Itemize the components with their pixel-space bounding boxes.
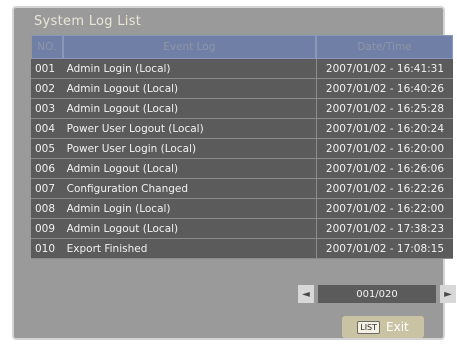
prev-page-button[interactable]: ◄	[298, 285, 314, 303]
row-no: 002	[31, 79, 63, 99]
list-key-icon: LIST	[357, 320, 381, 334]
table-row[interactable]: 007 Configuration Changed 2007/01/02 - 1…	[31, 179, 453, 199]
row-event: Power User Login (Local)	[62, 139, 316, 159]
row-no: 008	[31, 199, 63, 219]
pagination: ◄ 001/020 ►	[298, 285, 456, 303]
header-no: NO.	[31, 35, 63, 59]
row-datetime: 2007/01/02 - 16:22:00	[315, 199, 453, 219]
panel-title: System Log List	[34, 14, 142, 29]
row-event: Admin Login (Local)	[62, 59, 316, 79]
table-row[interactable]: 002 Admin Logout (Local) 2007/01/02 - 16…	[31, 79, 453, 99]
exit-label: Exit	[386, 320, 409, 334]
row-no: 005	[31, 139, 63, 159]
table-row[interactable]: 001 Admin Login (Local) 2007/01/02 - 16:…	[31, 59, 453, 79]
page-indicator: 001/020	[318, 285, 436, 303]
log-table: NO. Event Log Date/Time 001 Admin Login …	[31, 35, 453, 259]
row-datetime: 2007/01/02 - 16:22:26	[315, 179, 453, 199]
header-datetime: Date/Time	[315, 35, 453, 59]
row-event: Power User Logout (Local)	[62, 119, 316, 139]
next-page-button[interactable]: ►	[440, 285, 456, 303]
row-event: Admin Logout (Local)	[62, 219, 316, 239]
row-no: 009	[31, 219, 63, 239]
exit-button[interactable]: LIST Exit	[342, 316, 424, 338]
table-row[interactable]: 005 Power User Login (Local) 2007/01/02 …	[31, 139, 453, 159]
row-no: 001	[31, 59, 63, 79]
table-row[interactable]: 010 Export Finished 2007/01/02 - 17:08:1…	[31, 239, 453, 259]
row-datetime: 2007/01/02 - 17:38:23	[315, 219, 453, 239]
table-row[interactable]: 008 Admin Login (Local) 2007/01/02 - 16:…	[31, 199, 453, 219]
row-event: Admin Login (Local)	[62, 199, 316, 219]
table-row[interactable]: 006 Admin Logout (Local) 2007/01/02 - 16…	[31, 159, 453, 179]
row-event: Admin Logout (Local)	[62, 99, 316, 119]
row-datetime: 2007/01/02 - 16:41:31	[315, 59, 453, 79]
header-event: Event Log	[62, 35, 316, 59]
arrow-right-icon: ►	[444, 288, 452, 300]
table-row[interactable]: 009 Admin Logout (Local) 2007/01/02 - 17…	[31, 219, 453, 239]
row-datetime: 2007/01/02 - 16:20:24	[315, 119, 453, 139]
row-no: 007	[31, 179, 63, 199]
row-no: 004	[31, 119, 63, 139]
row-no: 003	[31, 99, 63, 119]
row-no: 010	[31, 239, 63, 259]
row-event: Configuration Changed	[62, 179, 316, 199]
row-event: Admin Logout (Local)	[62, 79, 316, 99]
row-datetime: 2007/01/02 - 16:20:00	[315, 139, 453, 159]
table-row[interactable]: 004 Power User Logout (Local) 2007/01/02…	[31, 119, 453, 139]
row-event: Export Finished	[62, 239, 316, 259]
row-datetime: 2007/01/02 - 16:25:28	[315, 99, 453, 119]
row-no: 006	[31, 159, 63, 179]
row-datetime: 2007/01/02 - 17:08:15	[315, 239, 453, 259]
row-datetime: 2007/01/02 - 16:26:06	[315, 159, 453, 179]
row-datetime: 2007/01/02 - 16:40:26	[315, 79, 453, 99]
table-row[interactable]: 003 Admin Logout (Local) 2007/01/02 - 16…	[31, 99, 453, 119]
row-event: Admin Logout (Local)	[62, 159, 316, 179]
table-header: NO. Event Log Date/Time	[31, 35, 453, 59]
arrow-left-icon: ◄	[302, 288, 310, 300]
